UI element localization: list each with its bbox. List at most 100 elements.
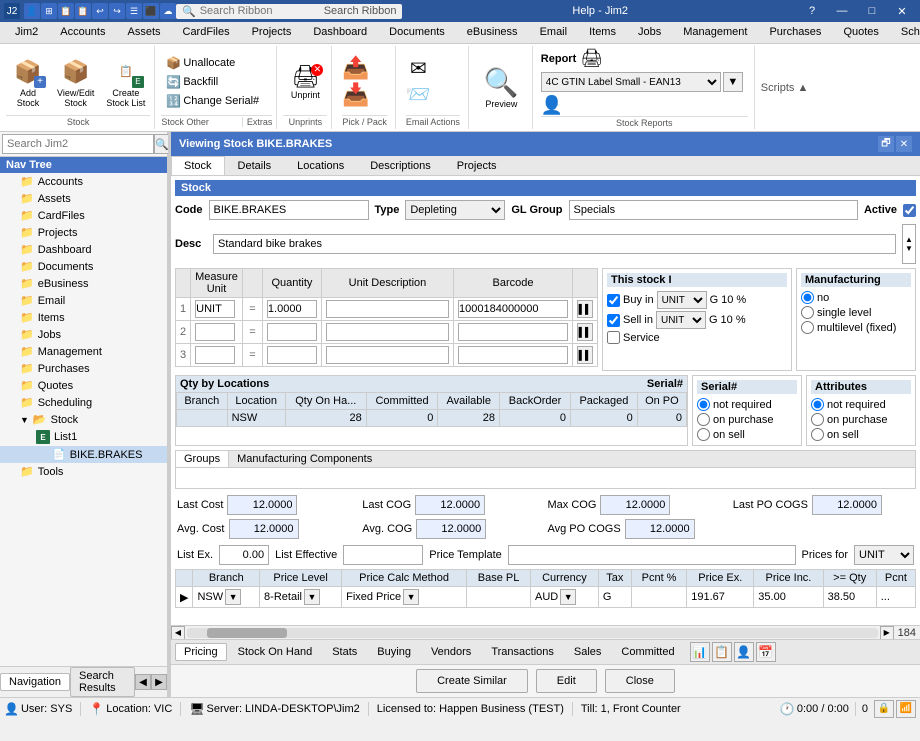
tab-cardfiles[interactable]: CardFiles: [172, 23, 241, 43]
desc-scroll[interactable]: ▲ ▼: [902, 224, 916, 264]
desc-input-1[interactable]: [326, 300, 449, 318]
barcode-input-2[interactable]: [458, 323, 568, 341]
bottom-tab-vendors[interactable]: Vendors: [422, 643, 480, 661]
view-edit-stock-button[interactable]: 📦 View/EditStock: [52, 52, 99, 112]
help-button[interactable]: ?: [798, 2, 826, 20]
tab-quotes[interactable]: Quotes: [832, 23, 889, 43]
bottom-tab-stats[interactable]: Stats: [323, 643, 366, 661]
maximize-button[interactable]: □: [858, 2, 886, 20]
tab-jobs[interactable]: Jobs: [627, 23, 672, 43]
service-checkbox[interactable]: [607, 331, 620, 344]
attr-on-purchase-radio[interactable]: [811, 413, 824, 426]
edit-button[interactable]: Edit: [536, 669, 597, 693]
list-effective-input[interactable]: [343, 545, 423, 565]
hscroll-track[interactable]: [187, 628, 878, 638]
desc-input-3[interactable]: [326, 346, 449, 364]
barcode-scan-btn-1[interactable]: ▌▌: [577, 300, 593, 318]
sidebar-item-jobs[interactable]: 📁 Jobs: [0, 326, 167, 343]
gl-group-input[interactable]: [569, 200, 858, 220]
tab-dashboard[interactable]: Dashboard: [302, 23, 378, 43]
sidebar-item-accounts[interactable]: 📁 Accounts: [0, 173, 167, 190]
prices-for-select[interactable]: UNIT: [854, 545, 914, 565]
active-checkbox[interactable]: [903, 204, 916, 217]
report-select[interactable]: 4C GTIN Label Small - EAN13: [541, 72, 721, 92]
serial-on-purchase-radio[interactable]: [697, 413, 710, 426]
sidebar-item-stock[interactable]: ▼ 📂 Stock: [0, 411, 167, 428]
sidebar-item-email[interactable]: 📁 Email: [0, 292, 167, 309]
extras-label[interactable]: Extras: [242, 117, 273, 127]
barcode-scan-btn-2[interactable]: ▌▌: [577, 323, 593, 341]
sidebar-item-list1[interactable]: E List1: [0, 428, 167, 446]
sidebar-item-assets[interactable]: 📁 Assets: [0, 190, 167, 207]
buy-in-unit-select[interactable]: UNIT: [657, 291, 707, 309]
navigation-tab[interactable]: Navigation: [0, 673, 70, 691]
bottom-tab-stock-on-hand[interactable]: Stock On Hand: [229, 643, 322, 661]
tab-purchases[interactable]: Purchases: [758, 23, 832, 43]
bottom-icon-2[interactable]: 📋: [712, 642, 732, 662]
window-close-button[interactable]: ✕: [888, 2, 916, 20]
unit-input-1[interactable]: [195, 300, 235, 318]
change-serial-button[interactable]: 🔢 Change Serial#: [161, 92, 272, 110]
report-dropdown-button[interactable]: ▼: [723, 72, 743, 92]
status-icon-1[interactable]: 🔒: [874, 700, 894, 718]
status-icon-2[interactable]: 📶: [896, 700, 916, 718]
sell-in-unit-select[interactable]: UNIT: [656, 311, 706, 329]
sidebar-item-dashboard[interactable]: 📁 Dashboard: [0, 241, 167, 258]
hscroll-thumb[interactable]: [207, 628, 287, 638]
qty-input-2[interactable]: [267, 323, 317, 341]
bottom-tab-buying[interactable]: Buying: [368, 643, 420, 661]
content-tab-projects[interactable]: Projects: [444, 156, 510, 175]
tab-assets[interactable]: Assets: [116, 23, 171, 43]
last-po-cogs-input[interactable]: [812, 495, 882, 515]
content-tab-descriptions[interactable]: Descriptions: [357, 156, 444, 175]
buy-in-checkbox[interactable]: [607, 294, 620, 307]
search-results-tab[interactable]: Search Results: [70, 667, 135, 697]
tab-accounts[interactable]: Accounts: [49, 23, 116, 43]
avg-cost-input[interactable]: [229, 519, 299, 539]
last-cog-input[interactable]: [415, 495, 485, 515]
sell-in-checkbox[interactable]: [607, 314, 620, 327]
backfill-button[interactable]: 🔄 Backfill: [161, 73, 272, 91]
code-input[interactable]: [209, 200, 369, 220]
tab-scheduling[interactable]: Scheduling: [890, 23, 920, 43]
sidebar-item-tools[interactable]: 📁 Tools: [0, 463, 167, 480]
unit-input-2[interactable]: [195, 323, 235, 341]
unit-input-3[interactable]: [195, 346, 235, 364]
content-restore-button[interactable]: 🗗: [878, 136, 894, 152]
content-tab-locations[interactable]: Locations: [284, 156, 357, 175]
sidebar-item-quotes[interactable]: 📁 Quotes: [0, 377, 167, 394]
sidebar-item-cardfiles[interactable]: 📁 CardFiles: [0, 207, 167, 224]
price-method-dropdown[interactable]: ▼: [403, 589, 419, 605]
bottom-tab-committed[interactable]: Committed: [612, 643, 683, 661]
add-stock-button[interactable]: 📦 + AddStock: [6, 52, 50, 112]
type-select[interactable]: Depleting: [405, 200, 505, 220]
serial-on-sell-radio[interactable]: [697, 428, 710, 441]
hscroll-left-btn[interactable]: ◀: [171, 626, 185, 640]
mfg-components-tab[interactable]: Manufacturing Components: [229, 451, 380, 467]
serial-not-required-radio[interactable]: [697, 398, 710, 411]
tab-management[interactable]: Management: [672, 23, 758, 43]
price-template-input[interactable]: [508, 545, 796, 565]
avg-po-cogs-input[interactable]: [625, 519, 695, 539]
tab-ebusiness[interactable]: eBusiness: [456, 23, 529, 43]
minimize-button[interactable]: —: [828, 2, 856, 20]
sidebar-item-scheduling[interactable]: 📁 Scheduling: [0, 394, 167, 411]
tab-documents[interactable]: Documents: [378, 23, 456, 43]
close-button[interactable]: Close: [605, 669, 675, 693]
tab-email[interactable]: Email: [529, 23, 579, 43]
desc-input-2[interactable]: [326, 323, 449, 341]
max-cog-input[interactable]: [600, 495, 670, 515]
tab-projects[interactable]: Projects: [241, 23, 303, 43]
mfg-single-radio[interactable]: [801, 306, 814, 319]
content-tab-stock[interactable]: Stock: [171, 156, 225, 175]
qty-input-3[interactable]: [267, 346, 317, 364]
content-tab-details[interactable]: Details: [225, 156, 285, 175]
barcode-input-3[interactable]: [458, 346, 568, 364]
title-bar-controls[interactable]: ? — □ ✕: [798, 2, 916, 20]
scripts-button[interactable]: Scripts ▲: [761, 48, 809, 127]
sidebar-item-bike-brakes[interactable]: 📄 BIKE.BRAKES: [0, 446, 167, 463]
list-ex-input[interactable]: [219, 545, 269, 565]
search-ribbon-input[interactable]: [200, 5, 320, 17]
tab-jim2[interactable]: Jim2: [4, 23, 49, 43]
sidebar-item-items[interactable]: 📁 Items: [0, 309, 167, 326]
